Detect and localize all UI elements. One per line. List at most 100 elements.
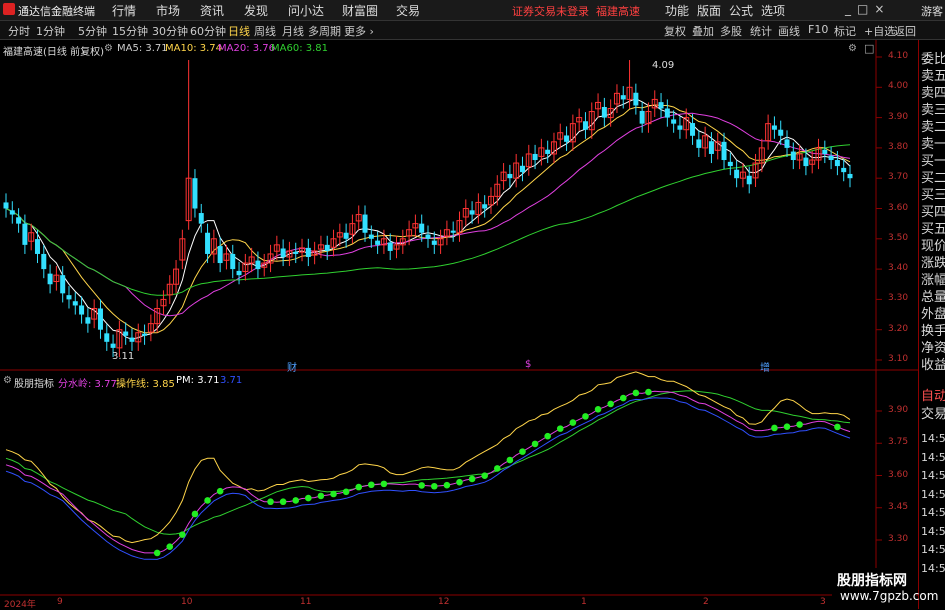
period-monthly[interactable]: 月线 [282, 23, 304, 39]
close-icon[interactable]: × [874, 2, 890, 16]
period-1min[interactable]: 1分钟 [36, 23, 65, 39]
candle-down [255, 260, 261, 270]
settings-icon[interactable]: ⚙ [104, 43, 113, 54]
indicator-green-line [5, 390, 851, 535]
indicator-dots [153, 388, 841, 557]
date-11: 11 [300, 597, 312, 607]
period-60min[interactable]: 60分钟 [190, 23, 226, 39]
kline-y-tick: 3.90 [888, 111, 909, 122]
candle-down [142, 333, 148, 336]
period-weekly[interactable]: 周线 [254, 23, 276, 39]
indicator-y-tick: 3.60 [888, 469, 909, 480]
login-status[interactable]: 证券交易未登录 福建高速 [512, 3, 640, 19]
indicator-y-tick: 3.30 [888, 534, 909, 544]
period-15min[interactable]: 15分钟 [112, 23, 148, 39]
candle-down [293, 251, 299, 254]
low-label: 3.11 [112, 351, 135, 362]
candle-down [803, 157, 809, 167]
watermark-url: www.7gpzb.com [840, 589, 939, 603]
side-panel-item[interactable]: 14:56 [921, 562, 945, 575]
menu-caifuquan[interactable]: 财富圈 [342, 2, 378, 19]
window-controls[interactable]: _□× [845, 2, 890, 16]
side-panel-item[interactable]: 收益 [921, 354, 945, 373]
candle-down [690, 123, 696, 136]
menu-shichang[interactable]: 市场 [156, 2, 180, 19]
menu-gongneng[interactable]: 功能 [665, 2, 689, 19]
expand-icon[interactable]: □ [864, 42, 874, 55]
side-panel-item[interactable]: 交易 [921, 403, 945, 422]
side-panel-item[interactable]: 14:56 [921, 543, 945, 556]
signal-dot [355, 483, 363, 491]
maximize-icon[interactable]: □ [857, 2, 874, 16]
period-more[interactable]: 更多 › [344, 23, 374, 39]
signal-dot [619, 394, 627, 402]
indicator-lines [5, 371, 851, 560]
candle-down [34, 239, 40, 254]
side-panel-item[interactable]: 14:56 [921, 451, 945, 464]
date-9: 9 [57, 597, 63, 607]
blue-label: 3.71 [220, 375, 243, 386]
btn-tongji[interactable]: 统计 [750, 23, 772, 39]
period-daily[interactable]: 日线 [228, 23, 250, 39]
candle-down [362, 214, 368, 233]
menu-xuanxiang[interactable]: 选项 [761, 2, 785, 19]
menu-gongshi[interactable]: 公式 [729, 2, 753, 19]
chart-area[interactable] [0, 40, 918, 609]
btn-biaoji[interactable]: 标记 [834, 23, 856, 39]
period-5min[interactable]: 5分钟 [78, 23, 107, 39]
menu-banmian[interactable]: 版面 [697, 2, 721, 19]
signal-dot [771, 424, 778, 432]
high-label: 4.09 [652, 60, 675, 71]
signal-dot [607, 400, 614, 408]
menu-wenxiaoda[interactable]: 问小达 [288, 2, 324, 19]
period-30min[interactable]: 30分钟 [152, 23, 188, 39]
side-panel-item[interactable]: 14:56 [921, 525, 945, 538]
signal-dot [305, 494, 312, 502]
candle-down [847, 173, 853, 179]
kline-y-tick: 3.40 [888, 263, 909, 274]
side-panel-item[interactable]: 14:56 [921, 469, 945, 482]
side-panel-item[interactable]: 14:56 [921, 488, 945, 501]
candle-down [639, 110, 645, 124]
menu-hangqing[interactable]: 行情 [112, 2, 136, 19]
signal-dot [506, 456, 514, 464]
side-panel-item[interactable]: 14:56 [921, 506, 945, 519]
side-panel-item[interactable]: 自动 [921, 385, 945, 404]
signal-dot [481, 472, 488, 480]
guest-label[interactable]: 游客 [921, 3, 943, 19]
indicator-name: 股朋指标 [14, 379, 54, 390]
signal-dot [317, 492, 325, 500]
candle-down [746, 175, 752, 185]
gridlines [876, 56, 882, 541]
kline-y-tick: 3.60 [888, 202, 909, 213]
btn-f10[interactable]: F10 [808, 23, 828, 36]
period-fenshi[interactable]: 分时 [8, 23, 30, 39]
gear-icon[interactable]: ⚙ [848, 43, 857, 54]
btn-fuquan[interactable]: 复权 [664, 23, 686, 39]
candle-down [3, 202, 9, 209]
candle-down [564, 135, 570, 142]
signal-dot [556, 425, 564, 432]
signal-dot [418, 482, 426, 489]
minimize-icon[interactable]: _ [845, 2, 857, 16]
indicator-settings-icon[interactable]: ⚙ [3, 375, 12, 386]
candle-down [192, 178, 198, 209]
menu-jiaoyi[interactable]: 交易 [396, 2, 420, 19]
btn-fanhui[interactable]: 返回 [894, 23, 916, 39]
signal-dot [493, 465, 501, 472]
btn-huaxian[interactable]: 画线 [778, 23, 800, 39]
menu-faxian[interactable]: 发现 [244, 2, 268, 19]
marker-zeng[interactable]: 增 [760, 359, 770, 374]
signal-dot [594, 405, 602, 413]
btn-diejia[interactable]: 叠加 [692, 23, 714, 39]
period-multi[interactable]: 多周期 [308, 23, 341, 39]
candle-down [79, 305, 85, 315]
menu-bar: 通达信金融终端 行情 市场 资讯 发现 问小达 财富圈 交易 证券交易未登录 福… [0, 0, 945, 21]
marker-cai[interactable]: 财 [287, 359, 297, 374]
marker-dollar[interactable]: $ [525, 359, 531, 370]
btn-duogu[interactable]: 多股 [720, 23, 742, 39]
btn-zixuan[interactable]: +自选 [864, 23, 895, 39]
side-panel-item[interactable]: 14:56 [921, 432, 945, 445]
watershed-line [5, 390, 851, 554]
menu-zixun[interactable]: 资讯 [200, 2, 224, 19]
